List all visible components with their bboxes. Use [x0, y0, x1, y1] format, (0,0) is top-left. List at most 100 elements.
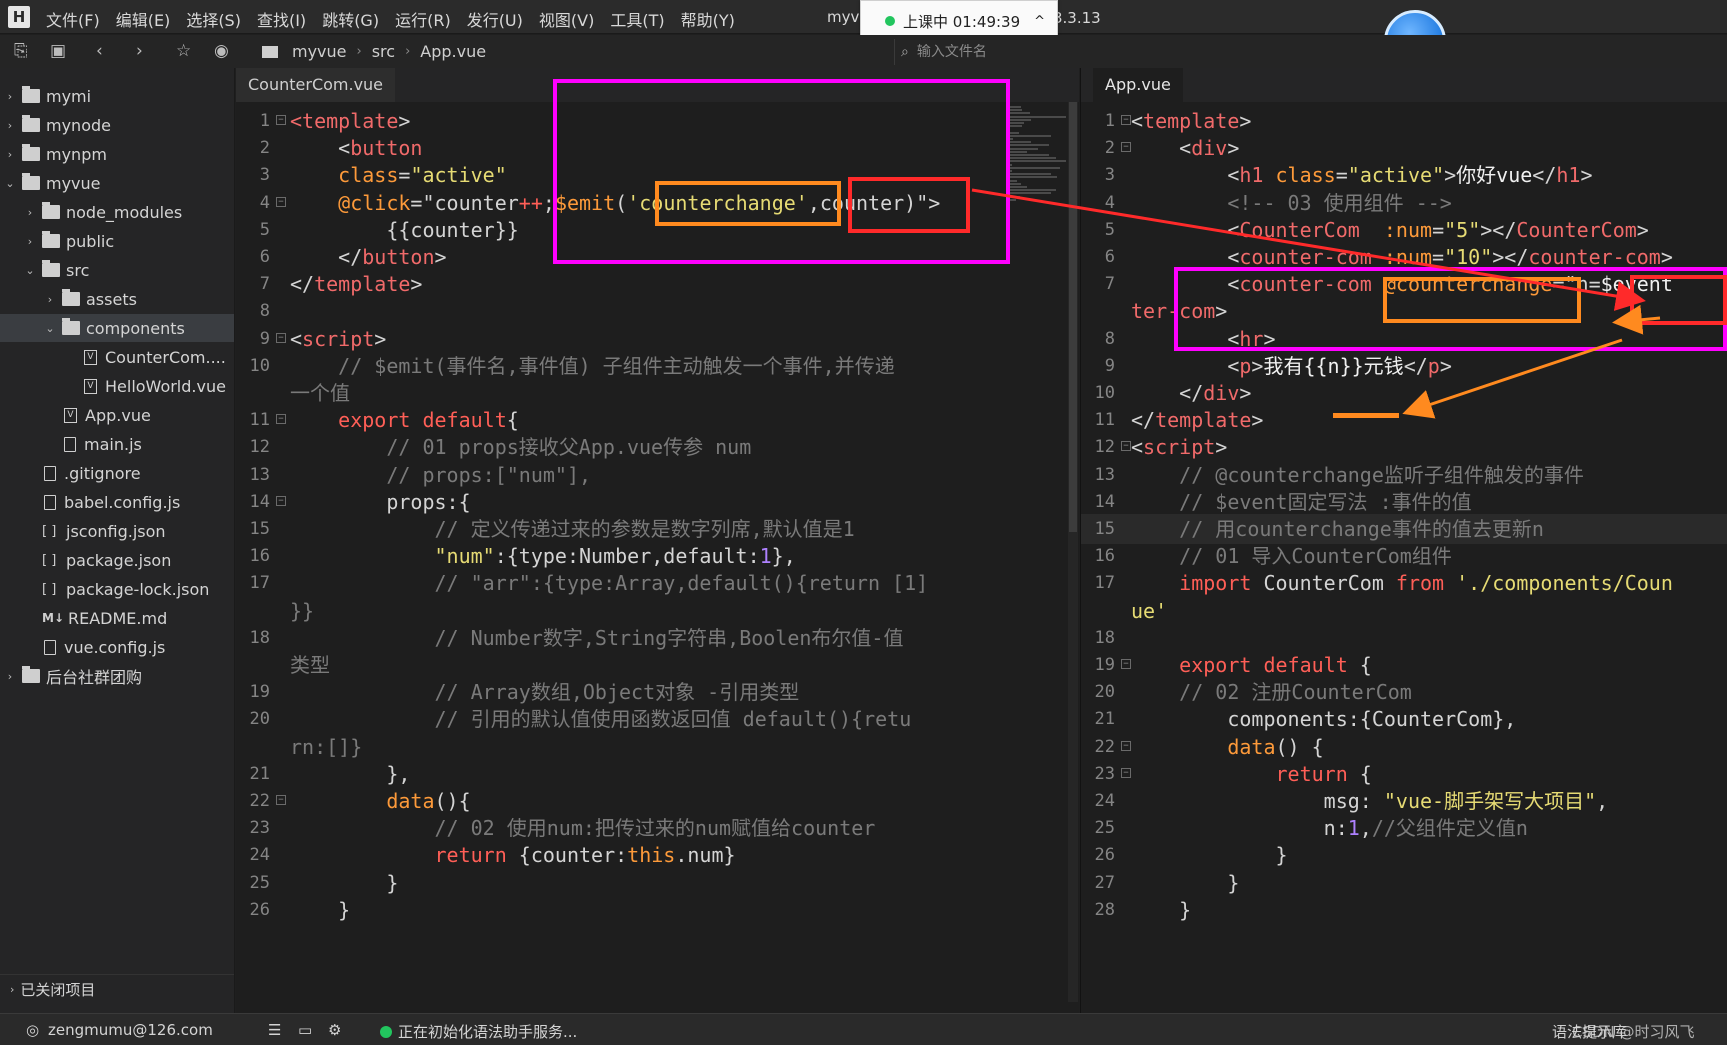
- favorite-star-icon[interactable]: ☆: [176, 41, 191, 61]
- code-line: 21 },: [236, 759, 1079, 789]
- tree-item[interactable]: M↓ README.md: [0, 604, 234, 632]
- vertical-scrollbar[interactable]: [1068, 102, 1078, 1002]
- code-text: 类型: [290, 653, 330, 677]
- code-text: <hr>: [1131, 326, 1276, 351]
- tree-item[interactable]: V CounterCom....: [0, 343, 234, 371]
- line-number: 8: [1104, 328, 1115, 349]
- menu-item[interactable]: 编辑(E): [116, 7, 171, 31]
- menu-item[interactable]: 文件(F): [46, 7, 100, 31]
- chevron-right-icon[interactable]: ›: [44, 293, 56, 306]
- menu-item[interactable]: 跳转(G): [322, 7, 379, 31]
- fold-toggle-icon[interactable]: −: [1121, 767, 1131, 778]
- code-text: <counter-com @counterchange="n=$event: [1131, 272, 1673, 297]
- breadcrumb-item[interactable]: src: [372, 42, 395, 61]
- line-number: 21: [1094, 709, 1115, 730]
- breadcrumb-item[interactable]: App.vue: [420, 42, 486, 61]
- code-line: 28 }: [1081, 895, 1727, 925]
- tree-item[interactable]: .gitignore: [0, 459, 234, 487]
- back-arrow-icon[interactable]: ‹: [96, 41, 103, 61]
- app-version: 3.3.13: [1053, 9, 1101, 27]
- menu-item[interactable]: 视图(V): [539, 7, 594, 31]
- line-number: 15: [1094, 519, 1115, 539]
- tree-item[interactable]: ⌄ components: [0, 314, 234, 342]
- fold-toggle-icon[interactable]: −: [276, 795, 286, 805]
- fold-toggle-icon[interactable]: −: [276, 196, 286, 207]
- tab-countercom[interactable]: CounterCom.vue: [236, 68, 396, 102]
- tree-item[interactable]: › node_modules: [0, 198, 234, 226]
- chevron-right-icon[interactable]: ›: [4, 90, 16, 103]
- file-search-input[interactable]: [916, 44, 1157, 60]
- chevron-right-icon[interactable]: ›: [24, 206, 36, 219]
- fold-toggle-icon[interactable]: −: [1121, 740, 1131, 751]
- tree-item[interactable]: › public: [0, 227, 234, 255]
- code-line: 24 return {counter:this.num}: [236, 840, 1079, 870]
- line-number: 26: [1094, 845, 1115, 866]
- fold-toggle-icon[interactable]: −: [276, 332, 286, 343]
- line-number: 18: [1094, 627, 1115, 648]
- debug-icon[interactable]: ⚙: [328, 1021, 341, 1039]
- run-icon[interactable]: ◉: [214, 41, 229, 61]
- tree-item[interactable]: ⌄ myvue: [0, 169, 234, 197]
- fold-toggle-icon[interactable]: −: [276, 414, 286, 425]
- tree-item[interactable]: [ ] jsconfig.json: [0, 517, 234, 545]
- chevron-right-icon[interactable]: ›: [24, 235, 36, 248]
- tree-item[interactable]: V HelloWorld.vue: [0, 372, 234, 400]
- tree-item[interactable]: › 后台社群团购: [0, 662, 234, 690]
- code-text: // "arr":{type:Array,default(){return [1…: [290, 571, 929, 596]
- minimap[interactable]: [1006, 102, 1068, 1002]
- user-account[interactable]: zengmumu@126.com: [48, 1021, 213, 1039]
- tree-item[interactable]: ⌄ src: [0, 256, 234, 284]
- chevron-up-icon[interactable]: ^: [1034, 14, 1045, 29]
- tree-item[interactable]: vue.config.js: [0, 633, 234, 661]
- outline-icon[interactable]: ☰: [268, 1021, 281, 1039]
- vue-file-icon: V: [64, 407, 77, 423]
- menu-item[interactable]: 选择(S): [186, 7, 241, 31]
- fold-toggle-icon[interactable]: −: [1121, 115, 1131, 125]
- line-number: 3: [1104, 165, 1115, 186]
- tree-item[interactable]: V App.vue: [0, 401, 234, 429]
- chevron-right-icon[interactable]: ›: [4, 670, 16, 683]
- tree-item[interactable]: [ ] package-lock.json: [0, 575, 234, 603]
- code-text: }: [290, 897, 351, 922]
- line-number: 24: [249, 845, 270, 866]
- scrollbar-thumb[interactable]: [1069, 102, 1077, 532]
- menu-item[interactable]: 发行(U): [467, 7, 523, 31]
- terminal-icon[interactable]: ▭: [298, 1021, 312, 1039]
- code-line: 9 <p>我有{{n}}元钱</p>: [1081, 351, 1727, 381]
- chevron-right-icon[interactable]: ›: [4, 119, 16, 132]
- tree-item[interactable]: › mynpm: [0, 140, 234, 168]
- fold-toggle-icon[interactable]: −: [276, 115, 286, 125]
- code-line: 26 }: [1081, 840, 1727, 870]
- code-text: <!-- 03 使用组件 -->: [1131, 190, 1452, 215]
- menu-item[interactable]: 工具(T): [610, 7, 664, 31]
- save-icon[interactable]: ▣: [50, 41, 66, 61]
- menu-item[interactable]: 帮助(Y): [681, 7, 735, 31]
- fold-toggle-icon[interactable]: −: [1121, 659, 1131, 669]
- code-line: 12 // 01 props接收父App.vue传参 num: [236, 432, 1079, 462]
- closed-projects-section[interactable]: › 已关闭项目: [0, 974, 234, 1004]
- chevron-down-icon[interactable]: ⌄: [4, 177, 16, 190]
- tree-item[interactable]: › assets: [0, 285, 234, 313]
- menu-item[interactable]: 查找(I): [257, 7, 306, 31]
- code-text: {{counter}}: [290, 217, 519, 242]
- tree-item[interactable]: [ ] package.json: [0, 546, 234, 574]
- chevron-right-icon[interactable]: ›: [4, 148, 16, 161]
- breadcrumb-item[interactable]: myvue: [292, 42, 347, 61]
- forward-arrow-icon[interactable]: ›: [136, 41, 143, 61]
- chevron-down-icon[interactable]: ⌄: [44, 322, 56, 335]
- chevron-down-icon[interactable]: ⌄: [24, 264, 36, 277]
- folder-icon: [62, 289, 80, 306]
- fold-toggle-icon[interactable]: −: [1121, 441, 1131, 452]
- menu-item[interactable]: 运行(R): [395, 7, 451, 31]
- code-line: 25 n:1,//父组件定义值n: [1081, 813, 1727, 843]
- new-file-icon[interactable]: ⎘: [14, 41, 28, 61]
- tree-item[interactable]: › mynode: [0, 111, 234, 139]
- tree-item[interactable]: babel.config.js: [0, 488, 234, 516]
- tree-item[interactable]: main.js: [0, 430, 234, 458]
- tree-item[interactable]: › mymi: [0, 82, 234, 110]
- fold-toggle-icon[interactable]: −: [1121, 142, 1131, 153]
- code-text: ter-com>: [1131, 299, 1228, 324]
- vue-file-icon: V: [84, 378, 97, 394]
- fold-toggle-icon[interactable]: −: [276, 495, 286, 506]
- tab-app-vue[interactable]: App.vue: [1093, 68, 1183, 102]
